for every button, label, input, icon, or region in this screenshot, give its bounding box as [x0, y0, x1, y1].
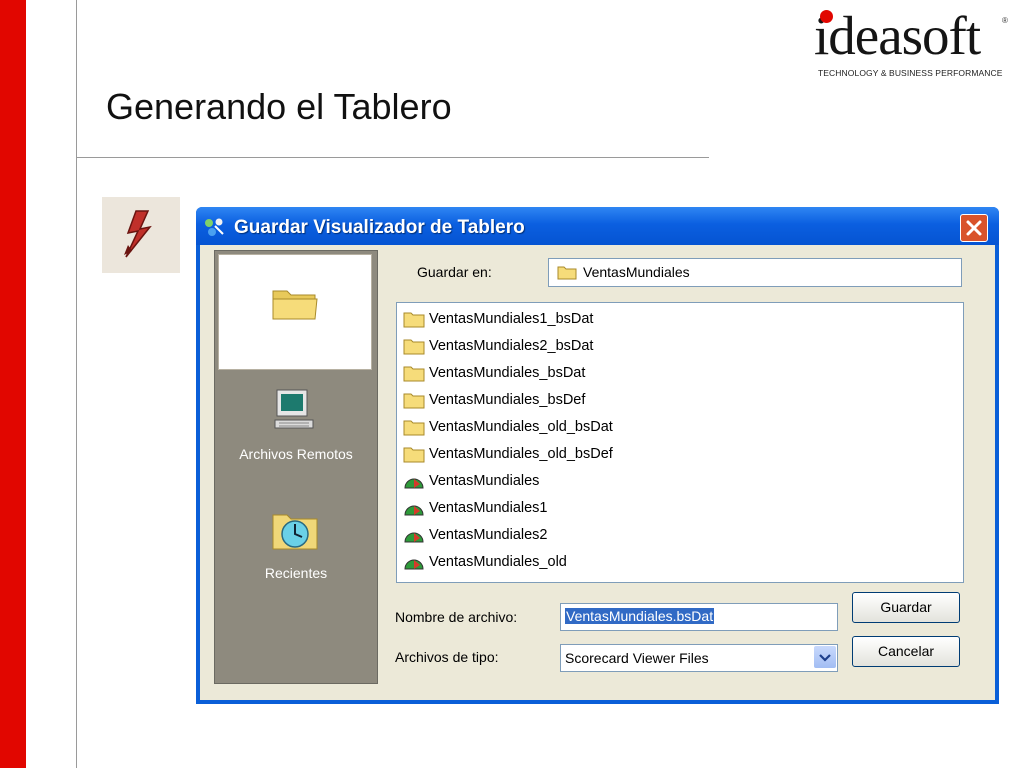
- title-underline: [76, 157, 709, 158]
- file-list[interactable]: VentasMundiales1_bsDat VentasMundiales2_…: [396, 302, 964, 583]
- close-icon: [966, 220, 982, 236]
- place-recent[interactable]: Recientes: [215, 565, 377, 581]
- filetype-label: Archivos de tipo:: [395, 649, 499, 665]
- file-name: VentasMundiales2_bsDat: [429, 338, 594, 354]
- logo-registered: ®: [1002, 16, 1008, 25]
- app-lightning-icon: [102, 197, 180, 273]
- computer-icon[interactable]: [271, 388, 317, 432]
- filename-input[interactable]: VentasMundiales.bsDat: [560, 603, 838, 631]
- logo-tagline: TECHNOLOGY & BUSINESS PERFORMANCE: [818, 68, 1003, 78]
- scorecard-icon: [404, 532, 424, 543]
- cancel-button[interactable]: Cancelar: [852, 636, 960, 667]
- folder-icon: [403, 447, 425, 463]
- save-in-combo[interactable]: VentasMundiales: [548, 258, 962, 287]
- folder-icon: [272, 290, 318, 320]
- save-in-value: VentasMundiales: [583, 264, 690, 280]
- filetype-select[interactable]: Scorecard Viewer Files: [560, 644, 838, 672]
- save-in-label: Guardar en:: [417, 264, 492, 280]
- scorecard-icon: [404, 505, 424, 516]
- scorecard-icon: [404, 478, 424, 489]
- logo-dot: [820, 10, 833, 23]
- dialog-body: Archivos Remotos Recientes Guardar en: V…: [200, 245, 995, 700]
- place-remote-files[interactable]: Archivos Remotos: [215, 446, 377, 462]
- file-name: VentasMundiales1: [429, 500, 548, 516]
- recent-folder-icon[interactable]: [271, 509, 319, 551]
- logo-wordmark: ideasoft: [814, 5, 981, 66]
- places-bar: Archivos Remotos Recientes: [214, 250, 378, 684]
- folder-icon: [403, 366, 425, 382]
- folder-icon: [403, 393, 425, 409]
- file-name: VentasMundiales_old_bsDat: [429, 419, 613, 435]
- file-name: VentasMundiales2: [429, 527, 548, 543]
- scorecard-app-icon: [203, 216, 227, 238]
- filename-label: Nombre de archivo:: [395, 609, 518, 625]
- folder-icon: [403, 420, 425, 436]
- ideasoft-logo: ideasoft ® TECHNOLOGY & BUSINESS PERFORM…: [814, 6, 1014, 82]
- save-dialog: Guardar Visualizador de Tablero Archivos…: [196, 207, 999, 704]
- close-button[interactable]: [960, 214, 988, 242]
- folder-icon: [403, 312, 425, 328]
- filetype-value: Scorecard Viewer Files: [565, 650, 709, 666]
- file-name: VentasMundiales_bsDef: [429, 392, 586, 408]
- file-name: VentasMundiales_old: [429, 554, 567, 570]
- dialog-title: Guardar Visualizador de Tablero: [234, 217, 525, 238]
- place-current-folder[interactable]: [218, 254, 372, 370]
- file-name: VentasMundiales: [429, 473, 540, 489]
- folder-icon: [403, 339, 425, 355]
- vertical-divider: [76, 0, 77, 768]
- filename-value: VentasMundiales.bsDat: [565, 608, 715, 624]
- save-button[interactable]: Guardar: [852, 592, 960, 623]
- scorecard-icon: [404, 559, 424, 570]
- file-name: VentasMundiales1_bsDat: [429, 311, 594, 327]
- file-name: VentasMundiales_old_bsDef: [429, 446, 613, 462]
- slide-title: Generando el Tablero: [106, 86, 452, 127]
- accent-bar: [0, 0, 26, 768]
- chevron-down-icon[interactable]: [814, 646, 836, 668]
- file-name: VentasMundiales_bsDat: [429, 365, 586, 381]
- folder-icon: [557, 266, 577, 280]
- dialog-titlebar[interactable]: Guardar Visualizador de Tablero: [196, 207, 999, 245]
